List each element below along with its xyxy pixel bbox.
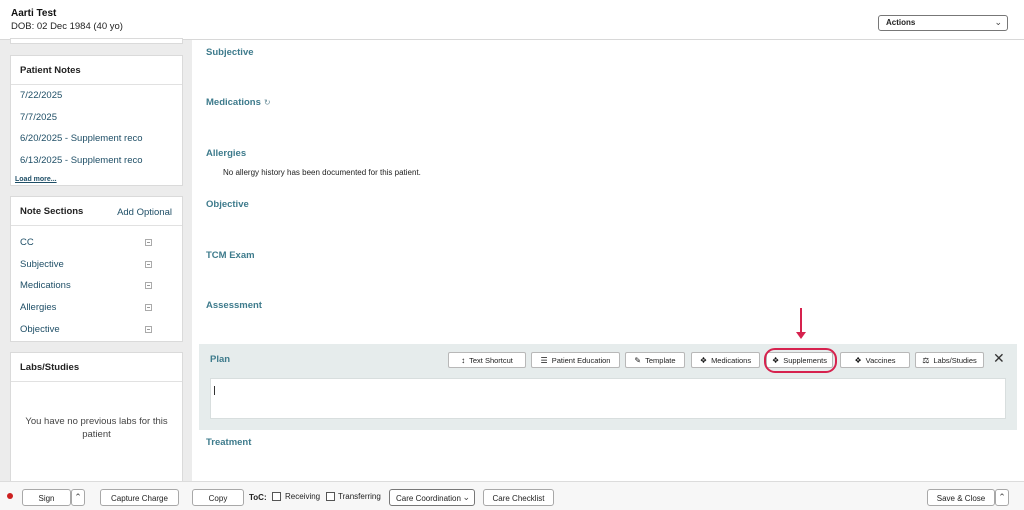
medications-heading-label: Medications bbox=[206, 97, 261, 108]
patient-name: Aarti Test bbox=[11, 8, 57, 19]
allergy-note: No allergy history has been documented f… bbox=[223, 168, 421, 177]
patient-header: Aarti Test DOB: 02 Dec 1984 (40 yo) Acti… bbox=[0, 0, 1024, 40]
divider bbox=[11, 381, 182, 382]
medications-label: Medications bbox=[711, 356, 752, 365]
patient-education-button[interactable]: ☰ Patient Education bbox=[531, 352, 620, 368]
text-cursor bbox=[214, 386, 215, 395]
patient-note-link[interactable]: 7/7/2025 bbox=[20, 112, 57, 123]
plan-section: Plan ↕ Text Shortcut ☰ Patient Education ✎… bbox=[199, 344, 1017, 430]
section-item-cc[interactable]: CC bbox=[20, 237, 34, 248]
note-editor: Subjective Medications ↻ Allergies No all… bbox=[192, 40, 1024, 481]
vaccines-label: Vaccines bbox=[865, 356, 896, 365]
chevron-down-icon: ⌄ bbox=[994, 17, 1002, 27]
receiving-label: Receiving bbox=[285, 492, 321, 501]
section-item-allergies[interactable]: Allergies bbox=[20, 302, 56, 313]
patient-note-link[interactable]: 7/22/2025 bbox=[20, 90, 62, 101]
section-heading-treatment[interactable]: Treatment bbox=[206, 437, 251, 448]
patient-education-label: Patient Education bbox=[551, 356, 611, 365]
note-sections-card: Note Sections Add Optional CC Subjective… bbox=[10, 196, 183, 342]
template-label: Template bbox=[645, 356, 676, 365]
save-close-button[interactable]: Save & Close bbox=[927, 489, 995, 506]
care-coordination-value: Care Coordination bbox=[396, 494, 461, 503]
section-heading-medications[interactable]: Medications ↻ bbox=[206, 97, 271, 108]
collapse-icon[interactable] bbox=[145, 239, 152, 246]
annotation-arrow-head bbox=[796, 332, 806, 339]
section-item-subjective[interactable]: Subjective bbox=[20, 259, 64, 270]
actions-label: Actions bbox=[886, 18, 916, 27]
copy-button[interactable]: Copy bbox=[192, 489, 244, 506]
care-checklist-button[interactable]: Care Checklist bbox=[483, 489, 554, 506]
section-heading-allergies[interactable]: Allergies bbox=[206, 148, 246, 159]
collapse-icon[interactable] bbox=[145, 261, 152, 268]
patient-notes-card: Patient Notes 7/22/2025 7/7/2025 6/20/20… bbox=[10, 55, 183, 186]
load-more-link[interactable]: Load more... bbox=[15, 176, 57, 183]
footer-toolbar: Sign ⌃ Capture Charge Copy ToC: Receivin… bbox=[0, 481, 1024, 510]
template-button[interactable]: ✎ Template bbox=[625, 352, 685, 368]
transferring-checkbox[interactable] bbox=[326, 492, 335, 501]
patient-dob: DOB: 02 Dec 1984 (40 yo) bbox=[11, 21, 123, 32]
flask-icon: ⚖ bbox=[922, 356, 930, 365]
refresh-icon[interactable]: ↻ bbox=[264, 98, 271, 107]
labs-studies-card: Labs/Studies You have no previous labs f… bbox=[10, 352, 183, 487]
collapse-icon[interactable] bbox=[145, 282, 152, 289]
book-icon: ☰ bbox=[540, 356, 548, 365]
collapse-icon[interactable] bbox=[145, 326, 152, 333]
note-sections-title: Note Sections bbox=[20, 206, 84, 217]
section-heading-tcm-exam[interactable]: TCM Exam bbox=[206, 250, 255, 261]
plan-text-input[interactable] bbox=[210, 378, 1006, 419]
chevron-up-icon[interactable]: ⌃ bbox=[995, 489, 1009, 506]
labs-studies-label: Labs/Studies bbox=[933, 356, 977, 365]
labs-empty-message: You have no previous labs for this patie… bbox=[25, 416, 168, 440]
divider bbox=[11, 84, 182, 85]
section-item-objective[interactable]: Objective bbox=[20, 324, 60, 335]
labs-studies-button[interactable]: ⚖ Labs/Studies bbox=[915, 352, 984, 368]
chevron-up-icon[interactable]: ⌃ bbox=[71, 489, 85, 506]
template-icon: ✎ bbox=[634, 356, 642, 365]
status-dot bbox=[7, 493, 13, 499]
close-icon[interactable]: ✕ bbox=[993, 351, 1005, 365]
medications-button[interactable]: ❖ Medications bbox=[691, 352, 760, 368]
plan-title: Plan bbox=[210, 354, 231, 365]
syringe-icon: ❖ bbox=[854, 356, 862, 365]
sign-button[interactable]: Sign bbox=[22, 489, 71, 506]
annotation-arrow bbox=[800, 308, 802, 334]
transferring-label: Transferring bbox=[338, 492, 381, 501]
section-heading-subjective[interactable]: Subjective bbox=[206, 47, 254, 58]
add-optional-link[interactable]: Add Optional bbox=[117, 207, 172, 218]
text-shortcut-icon: ↕ bbox=[461, 356, 466, 365]
collapse-icon[interactable] bbox=[145, 304, 152, 311]
text-shortcut-button[interactable]: ↕ Text Shortcut bbox=[448, 352, 526, 368]
chevron-down-icon: ⌄ bbox=[462, 492, 470, 502]
care-coordination-select[interactable]: Care Coordination ⌄ bbox=[389, 489, 475, 506]
divider bbox=[11, 225, 182, 226]
patient-note-link[interactable]: 6/20/2025 - Supplement reco bbox=[20, 133, 143, 144]
left-sidebar: Patient Notes 7/22/2025 7/7/2025 6/20/20… bbox=[0, 38, 192, 487]
patient-note-link[interactable]: 6/13/2025 - Supplement reco bbox=[20, 155, 143, 166]
labs-studies-title: Labs/Studies bbox=[20, 362, 80, 373]
patient-notes-title: Patient Notes bbox=[20, 65, 81, 76]
supplements-highlight-ring bbox=[764, 348, 837, 373]
receiving-checkbox[interactable] bbox=[272, 492, 281, 501]
toc-label: ToC: bbox=[249, 493, 267, 502]
section-heading-assessment[interactable]: Assessment bbox=[206, 300, 262, 311]
pill-icon: ❖ bbox=[699, 356, 708, 365]
actions-dropdown[interactable]: Actions ⌄ bbox=[878, 15, 1008, 31]
capture-charge-button[interactable]: Capture Charge bbox=[100, 489, 179, 506]
section-heading-objective[interactable]: Objective bbox=[206, 199, 249, 210]
text-shortcut-label: Text Shortcut bbox=[469, 356, 513, 365]
sidebar-card-stub bbox=[10, 38, 183, 44]
section-item-medications[interactable]: Medications bbox=[20, 280, 71, 291]
vaccines-button[interactable]: ❖ Vaccines bbox=[840, 352, 910, 368]
